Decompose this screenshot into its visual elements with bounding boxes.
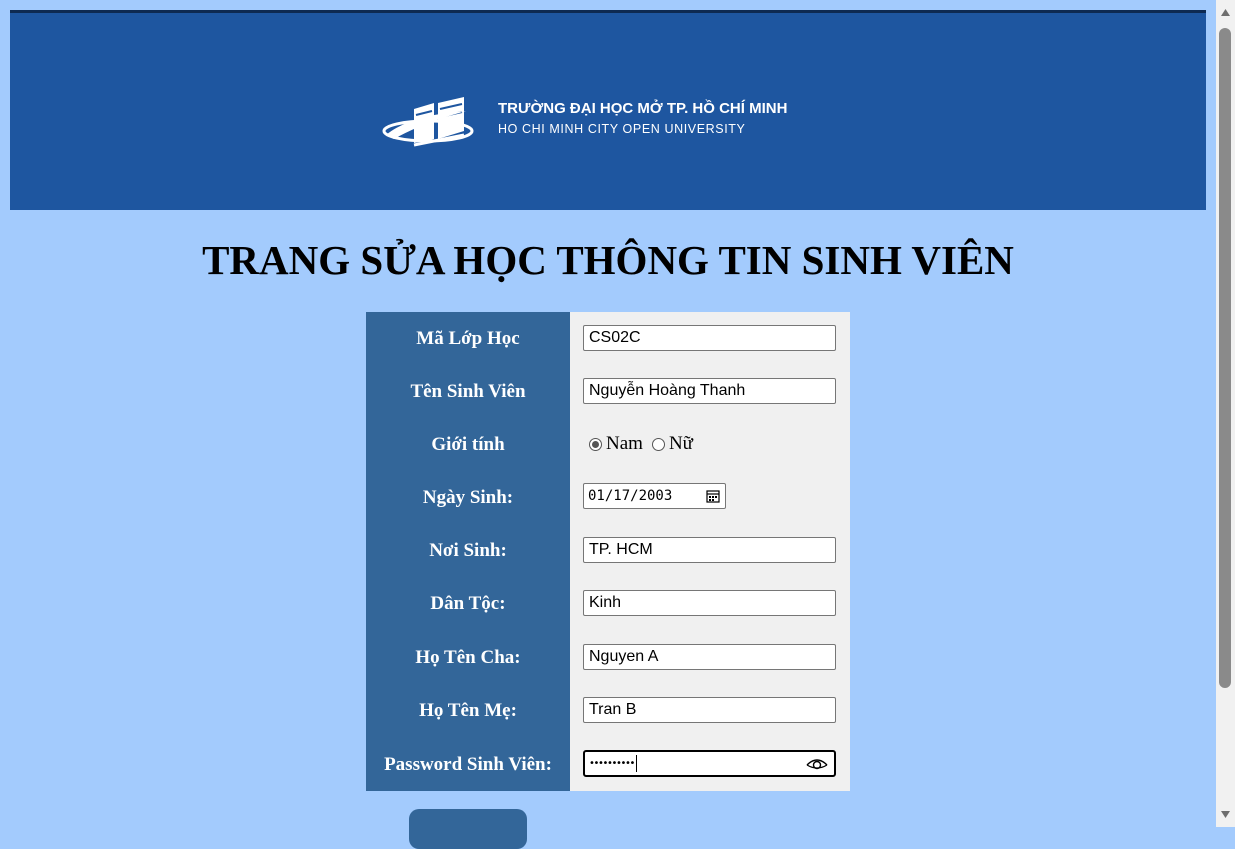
- page-title: TRANG SỬA HỌC THÔNG TIN SINH VIÊN: [202, 237, 1014, 283]
- calendar-icon[interactable]: [706, 489, 720, 503]
- logo-subtitle: HO CHI MINH CITY OPEN UNIVERSITY: [498, 122, 746, 136]
- row-ten-sinh-vien: Tên Sinh Viên Nguyễn Hoàng Thanh: [366, 365, 850, 418]
- header-banner: TRƯỜNG ĐẠI HỌC MỞ TP. HỒ CHÍ MINH HO CHI…: [10, 10, 1206, 210]
- password-input[interactable]: ••••••••••: [583, 750, 836, 777]
- open-book-logo-icon: [382, 97, 474, 147]
- submit-button[interactable]: [409, 809, 527, 849]
- university-logo: TRƯỜNG ĐẠI HỌC MỞ TP. HỒ CHÍ MINH HO CHI…: [376, 95, 856, 155]
- ten-sinh-vien-input[interactable]: Nguyễn Hoàng Thanh: [583, 378, 836, 404]
- row-gioi-tinh: Giới tính Nam Nữ: [366, 418, 850, 471]
- password-label: Password Sinh Viên:: [384, 753, 552, 775]
- vertical-scrollbar[interactable]: [1216, 0, 1235, 827]
- noi-sinh-input[interactable]: TP. HCM: [583, 537, 836, 563]
- ma-lop-input[interactable]: CS02C: [583, 325, 836, 351]
- ho-ten-me-label: Họ Tên Mẹ:: [419, 699, 517, 721]
- dan-toc-input[interactable]: Kinh: [583, 590, 836, 616]
- ho-ten-me-input[interactable]: Tran B: [583, 697, 836, 723]
- ten-sinh-vien-label: Tên Sinh Viên: [410, 380, 526, 402]
- row-ho-ten-me: Họ Tên Mẹ: Tran B: [366, 684, 850, 737]
- eye-icon[interactable]: [806, 756, 828, 772]
- row-ho-ten-cha: Họ Tên Cha: Nguyen A: [366, 631, 850, 684]
- logo-title: TRƯỜNG ĐẠI HỌC MỞ TP. HỒ CHÍ MINH: [498, 100, 788, 117]
- ho-ten-cha-input[interactable]: Nguyen A: [583, 644, 836, 670]
- ngay-sinh-value: 01/17/2003: [588, 488, 673, 504]
- student-edit-form: Mã Lớp Học CS02C Tên Sinh Viên Nguyễn Ho…: [366, 312, 850, 791]
- row-dan-toc: Dân Tộc: Kinh: [366, 577, 850, 630]
- ma-lop-label: Mã Lớp Học: [416, 327, 520, 349]
- password-masked-value: ••••••••••: [589, 758, 635, 769]
- radio-nam[interactable]: [589, 437, 602, 451]
- row-password: Password Sinh Viên: ••••••••••: [366, 738, 850, 791]
- dan-toc-label: Dân Tộc:: [430, 592, 506, 614]
- scroll-up-arrow-icon[interactable]: [1220, 8, 1231, 17]
- radio-nu[interactable]: [651, 437, 665, 451]
- scroll-down-arrow-icon[interactable]: [1220, 810, 1231, 819]
- ho-ten-cha-label: Họ Tên Cha:: [415, 646, 521, 668]
- gender-radio-group: Nam Nữ: [589, 430, 702, 458]
- ngay-sinh-date-input[interactable]: 01/17/2003: [583, 483, 726, 509]
- radio-nu-label[interactable]: Nữ: [669, 433, 693, 455]
- ngay-sinh-label: Ngày Sinh:: [422, 486, 514, 508]
- noi-sinh-label: Nơi Sinh:: [429, 539, 507, 561]
- row-noi-sinh: Nơi Sinh: TP. HCM: [366, 524, 850, 577]
- gioi-tinh-label: Giới tính: [431, 433, 505, 455]
- scrollbar-thumb[interactable]: [1219, 28, 1231, 688]
- text-caret: [636, 754, 637, 772]
- row-ngay-sinh: Ngày Sinh: 01/17/2003: [366, 471, 850, 524]
- radio-nam-label[interactable]: Nam: [606, 433, 643, 455]
- row-ma-lop: Mã Lớp Học CS02C: [366, 312, 850, 365]
